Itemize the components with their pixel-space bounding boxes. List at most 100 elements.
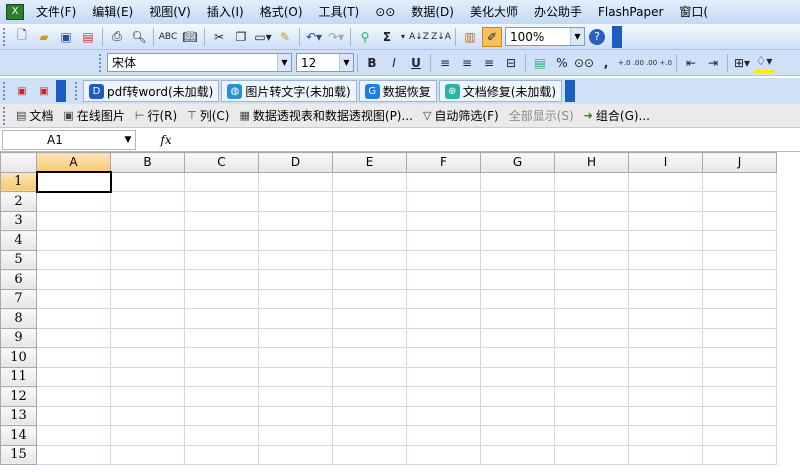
cell[interactable]: [702, 444, 777, 465]
underline-button[interactable]: U: [406, 53, 426, 73]
cell[interactable]: [702, 425, 777, 446]
row-button[interactable]: ⊢ 行(R): [130, 107, 182, 124]
column-header[interactable]: E: [332, 152, 407, 173]
sort-descending-icon[interactable]: Z↓A: [431, 27, 451, 47]
cell[interactable]: [110, 444, 185, 465]
align-left-icon[interactable]: ≡: [435, 53, 455, 73]
cell[interactable]: [184, 191, 259, 212]
cell[interactable]: [628, 230, 703, 251]
row-header[interactable]: 2: [0, 191, 37, 212]
cell[interactable]: [554, 425, 629, 446]
borders-icon[interactable]: ⊞▾: [732, 53, 752, 73]
cell[interactable]: [554, 386, 629, 407]
row-header[interactable]: 13: [0, 405, 37, 426]
font-size-select[interactable]: 12 ▼: [296, 53, 354, 72]
cell[interactable]: [258, 249, 333, 270]
cell[interactable]: [406, 210, 481, 231]
cell[interactable]: [554, 444, 629, 465]
cell[interactable]: [480, 425, 555, 446]
row-header[interactable]: 1: [0, 171, 37, 192]
align-center-icon[interactable]: ≡: [457, 53, 477, 73]
cell[interactable]: [702, 327, 777, 348]
cell[interactable]: [36, 288, 111, 309]
cell[interactable]: [110, 230, 185, 251]
cell[interactable]: [628, 171, 703, 192]
menu-data[interactable]: 数据(D): [403, 0, 462, 24]
online-image-button[interactable]: ▣ 在线图片: [58, 107, 129, 124]
cell[interactable]: [184, 269, 259, 290]
select-all-corner[interactable]: [0, 152, 37, 173]
column-header[interactable]: B: [110, 152, 185, 173]
cell[interactable]: [480, 386, 555, 407]
decrease-indent-icon[interactable]: ⇤: [681, 53, 701, 73]
name-box[interactable]: A1 ▼: [2, 129, 136, 150]
cell[interactable]: [36, 230, 111, 251]
italic-button[interactable]: I: [384, 53, 404, 73]
cell[interactable]: [36, 347, 111, 368]
menu-binoculars-icon[interactable]: ⊙⊙: [367, 0, 403, 24]
cell[interactable]: [184, 366, 259, 387]
new-icon[interactable]: 🗋: [12, 27, 32, 47]
cell[interactable]: [110, 288, 185, 309]
cell[interactable]: [628, 288, 703, 309]
increase-indent-icon[interactable]: ⇥: [703, 53, 723, 73]
cell[interactable]: [36, 425, 111, 446]
menu-file[interactable]: 文件(F): [28, 0, 84, 24]
column-button[interactable]: ⊤ 列(C): [182, 107, 234, 124]
row-header[interactable]: 5: [0, 249, 37, 270]
cell[interactable]: [332, 230, 407, 251]
active-cell[interactable]: [35, 171, 112, 193]
cell[interactable]: [702, 230, 777, 251]
cell[interactable]: [332, 249, 407, 270]
undo-icon[interactable]: ↶▾: [304, 27, 324, 47]
menu-format[interactable]: 格式(O): [252, 0, 311, 24]
cell[interactable]: [406, 444, 481, 465]
copy-icon[interactable]: ❐: [231, 27, 251, 47]
column-header[interactable]: F: [406, 152, 481, 173]
row-header[interactable]: 3: [0, 210, 37, 231]
cell[interactable]: [480, 405, 555, 426]
cell[interactable]: [36, 366, 111, 387]
cell[interactable]: [702, 366, 777, 387]
cell[interactable]: [480, 191, 555, 212]
excel-app-icon[interactable]: X: [6, 4, 24, 20]
autosum-dropdown-icon[interactable]: ▾: [399, 27, 407, 47]
cell[interactable]: [702, 386, 777, 407]
cell[interactable]: [480, 366, 555, 387]
pdf-export-icon[interactable]: ▣: [34, 81, 54, 101]
cell[interactable]: [628, 308, 703, 329]
align-right-icon[interactable]: ≡: [479, 53, 499, 73]
chevron-down-icon[interactable]: ▼: [121, 135, 135, 145]
fill-color-icon[interactable]: ♢▾: [754, 53, 774, 73]
cell[interactable]: [554, 405, 629, 426]
menu-insert[interactable]: 插入(I): [199, 0, 252, 24]
auto-filter-button[interactable]: ▽ 自动筛选(F): [418, 107, 504, 124]
cell[interactable]: [480, 210, 555, 231]
toolbar-options-icon[interactable]: [56, 80, 66, 102]
toolbar-grip[interactable]: [99, 53, 103, 72]
row-header[interactable]: 8: [0, 308, 37, 329]
cell[interactable]: [332, 444, 407, 465]
cell[interactable]: [110, 249, 185, 270]
cell[interactable]: [258, 308, 333, 329]
document-button[interactable]: ▤ 文档: [11, 107, 58, 124]
cell[interactable]: [554, 269, 629, 290]
cell[interactable]: [628, 191, 703, 212]
menu-edit[interactable]: 编辑(E): [84, 0, 141, 24]
plugin-document-repair[interactable]: ⊕ 文档修复(未加载): [438, 80, 563, 102]
toolbar-grip[interactable]: [3, 27, 7, 46]
cell[interactable]: [184, 386, 259, 407]
research-icon[interactable]: 📖︎: [180, 27, 200, 47]
cell[interactable]: [332, 386, 407, 407]
menu-window[interactable]: 窗口(: [671, 0, 716, 24]
autosum-icon[interactable]: Σ: [377, 27, 397, 47]
row-header[interactable]: 14: [0, 425, 37, 446]
cell[interactable]: [258, 425, 333, 446]
cell[interactable]: [258, 191, 333, 212]
decrease-decimal-button[interactable]: .00 +.0: [646, 53, 672, 73]
column-header[interactable]: I: [628, 152, 703, 173]
cell[interactable]: [332, 191, 407, 212]
cell[interactable]: [628, 327, 703, 348]
plugin-data-recovery[interactable]: G 数据恢复: [358, 80, 437, 102]
cell[interactable]: [184, 347, 259, 368]
